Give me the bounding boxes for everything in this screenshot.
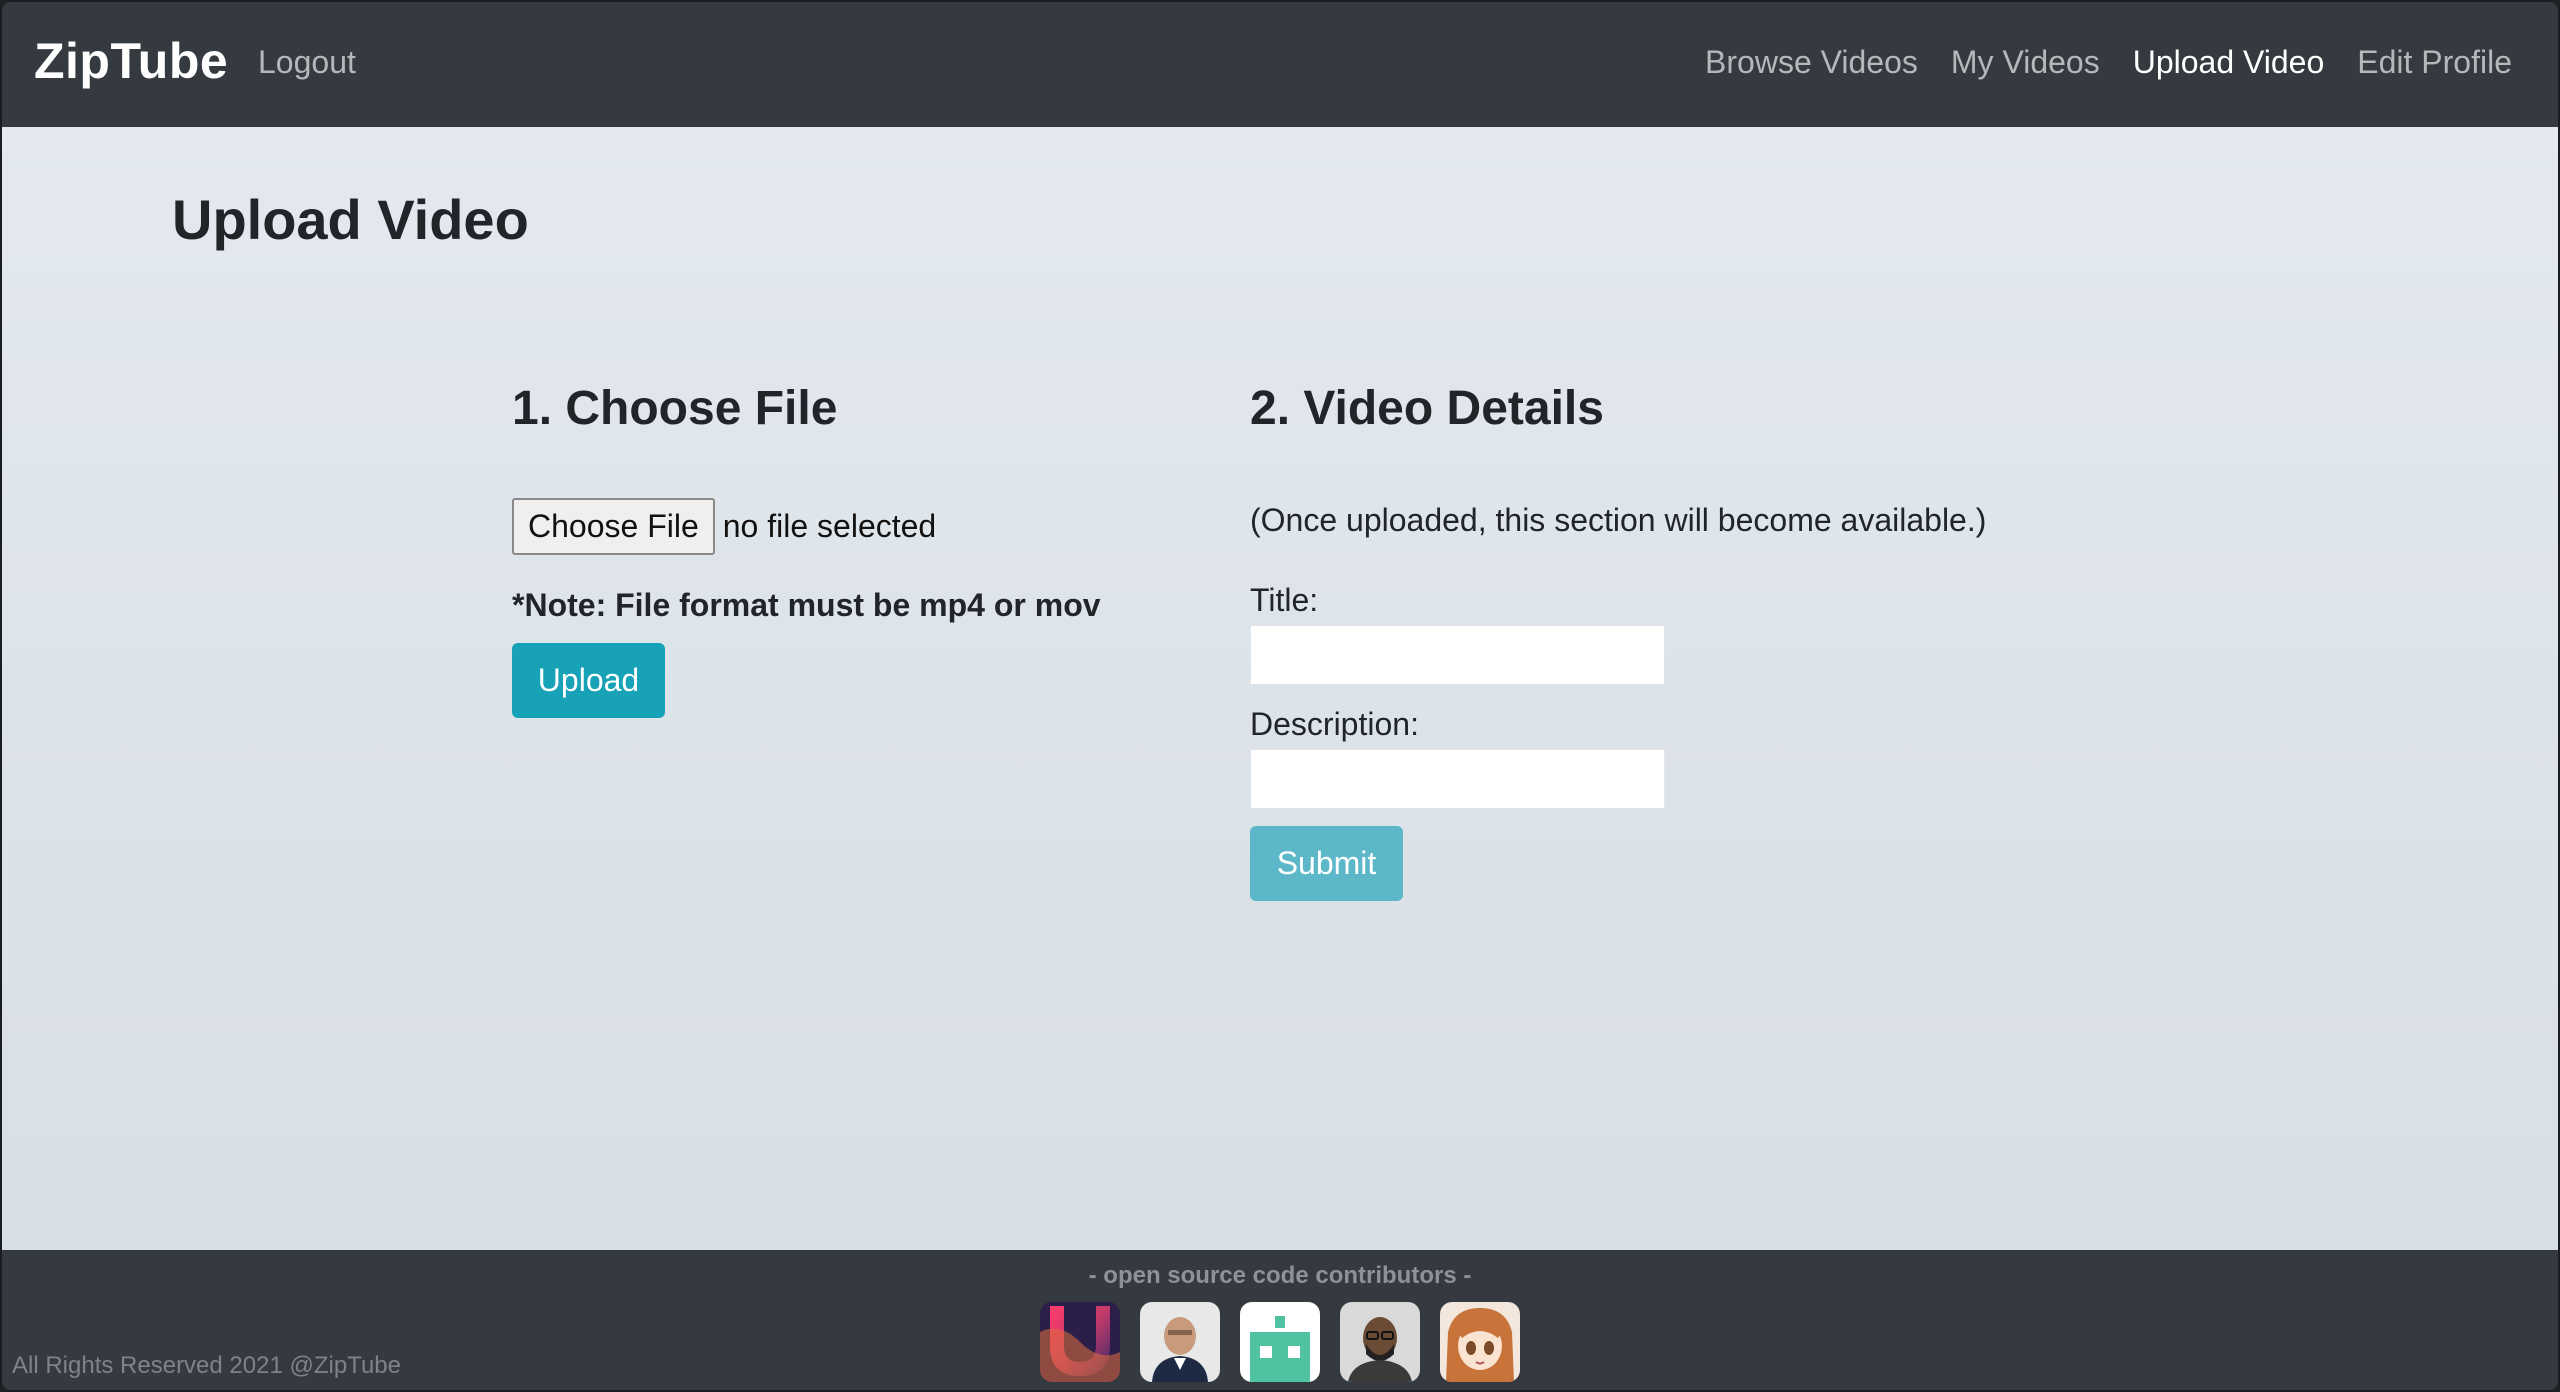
details-availability-note: (Once uploaded, this section will become… <box>1250 502 1987 538</box>
description-input[interactable] <box>1250 749 1665 809</box>
submit-button[interactable]: Submit <box>1250 826 1403 901</box>
file-format-note: *Note: File format must be mp4 or mov <box>512 587 1101 623</box>
navbar: ZipTube Logout Browse Videos My Videos U… <box>2 2 2558 127</box>
nav-my-videos[interactable]: My Videos <box>1951 44 2100 81</box>
gradient-u-logo-icon[interactable] <box>1040 1302 1120 1382</box>
file-status: no file selected <box>722 508 937 544</box>
footer: - open source code contributors - All Ri… <box>2 1250 2558 1390</box>
nav-browse-videos[interactable]: Browse Videos <box>1705 44 1918 81</box>
page-title: Upload Video <box>172 188 529 251</box>
anime-avatar-icon[interactable] <box>1440 1302 1520 1382</box>
nav-upload-video[interactable]: Upload Video <box>2133 44 2325 81</box>
choose-file-heading: 1. Choose File <box>512 382 838 435</box>
title-label: Title: <box>1250 582 1319 618</box>
title-input[interactable] <box>1250 625 1665 685</box>
contributor-avatars <box>1040 1302 1520 1382</box>
main-content: Upload Video 1. Choose File Choose File … <box>2 127 2558 1250</box>
copyright-text: All Rights Reserved 2021 @ZipTube <box>12 1352 401 1379</box>
nav-edit-profile[interactable]: Edit Profile <box>2357 44 2512 81</box>
person-photo-icon[interactable] <box>1140 1302 1220 1382</box>
description-label: Description: <box>1250 706 1419 742</box>
person-photo-icon[interactable] <box>1340 1302 1420 1382</box>
upload-button[interactable]: Upload <box>512 643 665 718</box>
choose-file-button[interactable]: Choose File <box>512 498 715 555</box>
robot-avatar-icon[interactable] <box>1240 1302 1320 1382</box>
brand-logo[interactable]: ZipTube <box>34 32 228 90</box>
browser-window: ZipTube Logout Browse Videos My Videos U… <box>0 0 2560 1392</box>
nav-links: Browse Videos My Videos Upload Video Edi… <box>1705 44 2512 81</box>
contributors-heading: - open source code contributors - <box>1088 1262 1472 1289</box>
file-picker: Choose File no file selected <box>512 498 936 555</box>
logout-link[interactable]: Logout <box>258 44 356 81</box>
video-details-heading: 2. Video Details <box>1250 382 1604 435</box>
